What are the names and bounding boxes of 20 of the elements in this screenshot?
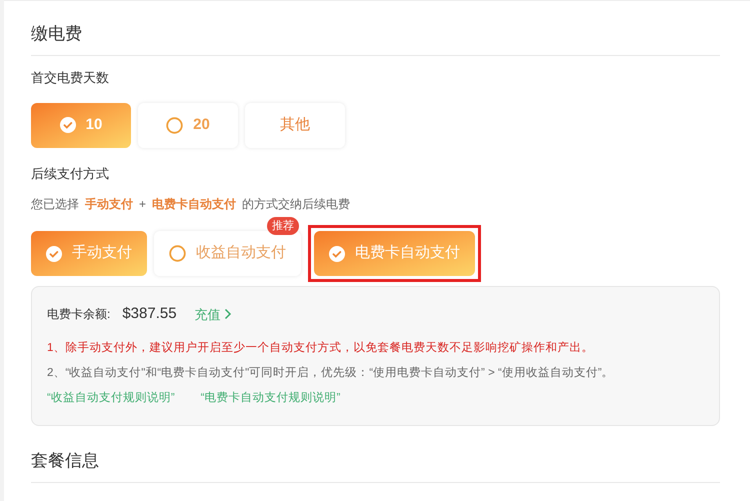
field-label: 首交电费天数 — [31, 70, 109, 85]
selection-summary: 您已选择 手动支付 + 电费卡自动支付 的方式交纳后续电费 — [31, 196, 350, 213]
rule-link[interactable]: “收益自动支付规则说明” — [47, 390, 175, 408]
recommend-badge: 推荐 — [267, 217, 299, 235]
chevron-icon — [224, 308, 232, 320]
recharge-link[interactable]: 充值 — [194, 304, 232, 324]
day-option[interactable]: 其他 — [245, 102, 345, 148]
payment-option[interactable]: 收益自动支付 — [154, 231, 301, 276]
section-title: 缴电费 — [31, 24, 82, 43]
day-option[interactable]: 10 — [31, 102, 131, 148]
day-option[interactable]: 20 — [138, 102, 238, 148]
balance-label: 电费卡余额: — [47, 306, 110, 324]
section-title: 套餐信息 — [31, 451, 99, 470]
field-label: 后续支付方式 — [31, 166, 109, 180]
note-text: 1、除手动支付外，建议用户开启至少一个自动支付方式，以免套餐电费天数不足影响挖矿操作和产出。 — [47, 340, 594, 356]
payment-option[interactable]: 电费卡自动支付 — [314, 231, 475, 276]
balance-amount: $387.55 — [122, 304, 177, 324]
payment-option[interactable]: 手动支付 — [31, 231, 147, 276]
rule-link[interactable]: “电费卡自动支付规则说明” — [200, 390, 340, 408]
note-text: 2、“收益自动支付"和“电费卡自动支付"可同时开启，优先级：“使用电费卡自动支付” > “使用收益自动支付”。 — [47, 366, 615, 381]
